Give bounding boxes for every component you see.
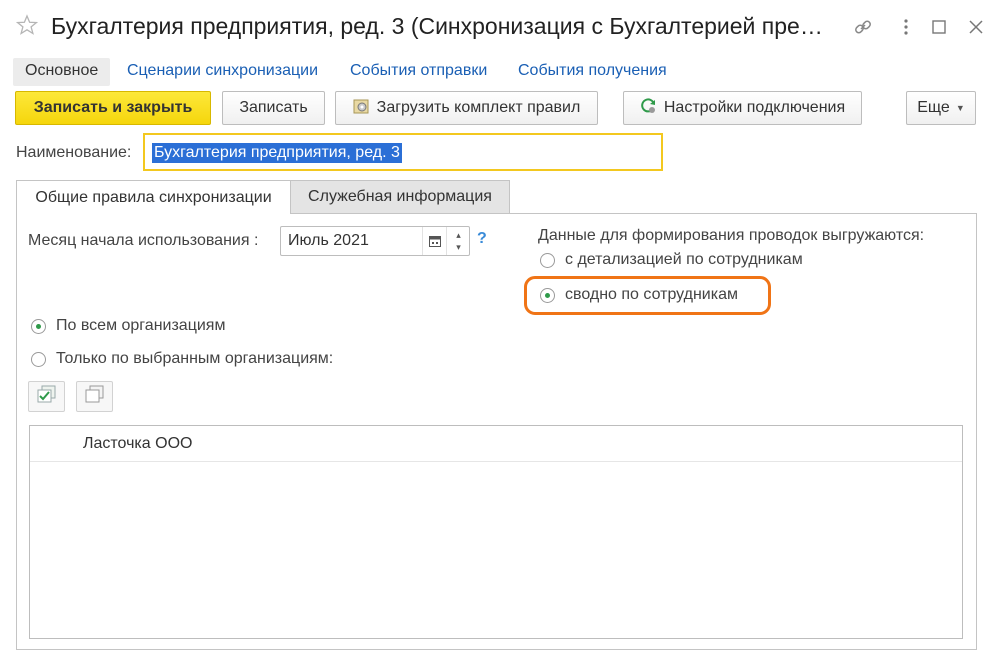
- connection-settings-label: Настройки подключения: [663, 99, 846, 116]
- link-icon[interactable]: [852, 16, 874, 38]
- selected-organizations-label[interactable]: Только по выбранным организациям:: [56, 350, 333, 368]
- name-input-value: Бухгалтерия предприятия, ред. 3: [152, 143, 402, 163]
- organization-name: Ласточка ООО: [83, 435, 193, 452]
- month-input[interactable]: Июль 2021 ▴ ▾: [280, 226, 470, 256]
- help-icon[interactable]: ?: [477, 230, 487, 248]
- save-and-close-button[interactable]: Записать и закрыть: [15, 91, 211, 125]
- posting-label: Данные для формирования проводок выгружа…: [538, 227, 925, 244]
- uncheck-all-icon: [85, 385, 105, 408]
- tab-service-info[interactable]: Служебная информация: [290, 180, 510, 214]
- nav-tab-receive-events[interactable]: События получения: [518, 58, 667, 86]
- nav-tab-send-events[interactable]: События отправки: [350, 58, 487, 86]
- gear-icon: [353, 97, 371, 120]
- name-input[interactable]: Бухгалтерия предприятия, ред. 3: [143, 133, 663, 171]
- radio-selected-organizations[interactable]: [31, 352, 46, 367]
- month-value: Июль 2021: [288, 232, 369, 249]
- close-icon[interactable]: [965, 16, 987, 38]
- radio-posting-detailed[interactable]: [540, 253, 555, 268]
- nav-tab-sync-scenarios[interactable]: Сценарии синхронизации: [127, 58, 318, 86]
- highlight-annotation: [524, 276, 771, 315]
- more-label: Еще: [917, 99, 950, 116]
- favorite-star-icon[interactable]: [15, 14, 39, 36]
- stepper-down-icon[interactable]: ▾: [456, 241, 461, 253]
- radio-all-organizations[interactable]: [31, 319, 46, 334]
- name-label: Наименование:: [16, 144, 132, 161]
- month-label: Месяц начала использования :: [28, 232, 259, 249]
- more-menu-icon[interactable]: [895, 16, 917, 38]
- connection-settings-button[interactable]: Настройки подключения: [623, 91, 862, 125]
- load-rules-label: Загрузить комплект правил: [376, 99, 581, 116]
- nav-tab-main[interactable]: Основное: [13, 58, 111, 86]
- save-label: Записать: [239, 99, 308, 116]
- more-button[interactable]: Еще ▼: [906, 91, 976, 125]
- save-button[interactable]: Записать: [222, 91, 325, 125]
- uncheck-all-button[interactable]: [76, 381, 113, 412]
- check-all-icon: [37, 385, 57, 408]
- load-rules-button[interactable]: Загрузить комплект правил: [335, 91, 598, 125]
- tab-general-sync-rules[interactable]: Общие правила синхронизации: [16, 180, 291, 214]
- maximize-icon[interactable]: [928, 16, 950, 38]
- stepper-up-icon[interactable]: ▴: [456, 229, 461, 241]
- posting-detailed-label[interactable]: с детализацией по сотрудникам: [565, 251, 803, 269]
- check-all-button[interactable]: [28, 381, 65, 412]
- window-title: Бухгалтерия предприятия, ред. 3 (Синхрон…: [51, 13, 823, 39]
- month-stepper[interactable]: ▴ ▾: [446, 227, 470, 255]
- calendar-icon[interactable]: [422, 227, 447, 255]
- dropdown-arrow-icon: ▼: [955, 103, 965, 113]
- organizations-list[interactable]: Ласточка ООО: [29, 425, 963, 639]
- all-organizations-label[interactable]: По всем организациям: [56, 317, 225, 335]
- list-item[interactable]: Ласточка ООО: [30, 426, 962, 462]
- save-and-close-label: Записать и закрыть: [33, 99, 193, 116]
- refresh-settings-icon: [640, 97, 658, 120]
